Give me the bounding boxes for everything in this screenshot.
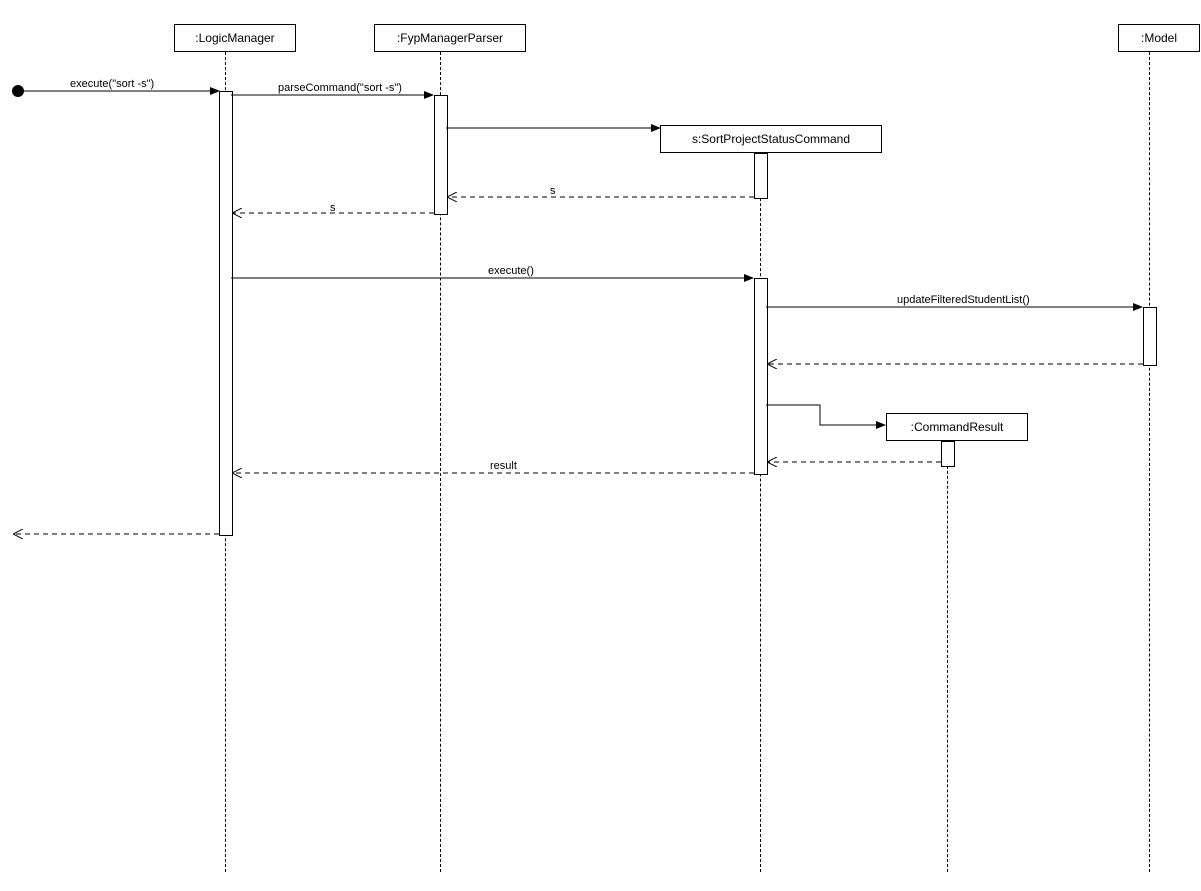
arrows-svg xyxy=(0,0,1201,891)
participant-label: :Model xyxy=(1141,31,1177,45)
msg-return-s2: s xyxy=(330,202,336,214)
msg-update-filtered: updateFilteredStudentList() xyxy=(897,294,1030,306)
msg-execute: execute() xyxy=(488,265,534,277)
participant-label: :CommandResult xyxy=(911,420,1004,434)
participant-label: :LogicManager xyxy=(195,31,274,45)
participant-fyp-manager-parser: :FypManagerParser xyxy=(374,24,526,52)
participant-label: s:SortProjectStatusCommand xyxy=(692,132,850,146)
activation-model xyxy=(1143,307,1157,366)
activation-logic-manager xyxy=(219,91,233,536)
activation-fyp-manager-parser xyxy=(434,95,448,215)
msg-parse-command: parseCommand("sort -s") xyxy=(278,82,402,94)
participant-label: :FypManagerParser xyxy=(397,31,503,45)
participant-sort-command: s:SortProjectStatusCommand xyxy=(660,125,882,153)
msg-execute-sort: execute("sort -s") xyxy=(70,78,154,90)
activation-sort-command-1 xyxy=(754,153,768,199)
lifeline-command-result xyxy=(947,441,948,872)
lifeline-model xyxy=(1149,52,1150,872)
lifeline-sort-command xyxy=(760,153,761,872)
activation-sort-command-2 xyxy=(754,278,768,475)
participant-command-result: :CommandResult xyxy=(886,413,1028,441)
msg-return-s1: s xyxy=(550,185,556,197)
participant-logic-manager: :LogicManager xyxy=(174,24,296,52)
msg-result: result xyxy=(490,460,517,472)
activation-command-result xyxy=(941,441,955,467)
start-node xyxy=(12,85,24,97)
sequence-diagram: :LogicManager :FypManagerParser s:SortPr… xyxy=(0,0,1201,891)
participant-model: :Model xyxy=(1118,24,1200,52)
